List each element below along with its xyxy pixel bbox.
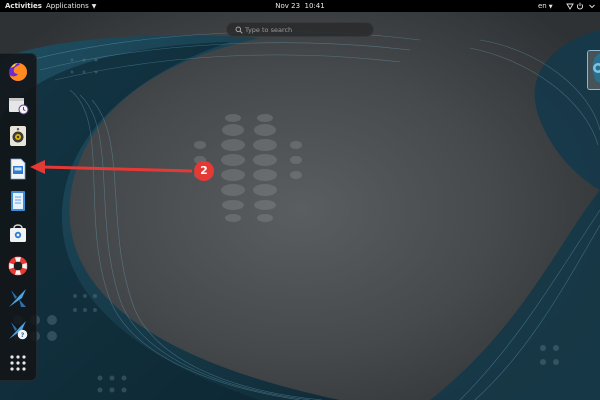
dash-item-app-x[interactable] <box>6 286 30 310</box>
activities-button[interactable]: Activities <box>5 0 42 12</box>
desktop-background <box>0 0 600 400</box>
dash-item-rhythmbox[interactable] <box>6 124 30 148</box>
document-icon <box>11 191 25 211</box>
wallpaper-swirl <box>0 30 600 400</box>
dash-item-libreoffice-impress[interactable] <box>6 157 30 181</box>
x-logo-icon <box>9 289 26 307</box>
dash-item-help[interactable] <box>6 254 30 278</box>
power-icon[interactable] <box>576 2 584 10</box>
package-clock-icon <box>9 98 29 115</box>
dash-item-document-viewer[interactable] <box>6 189 30 213</box>
dash: ? <box>0 53 37 381</box>
caret-down-icon: ▼ <box>548 4 553 10</box>
svg-text:?: ? <box>21 331 25 339</box>
applications-menu[interactable]: Applications ▼ <box>46 0 96 12</box>
speaker-icon <box>10 126 26 146</box>
network-icon[interactable] <box>566 2 574 10</box>
search-icon <box>235 26 243 34</box>
dash-item-app-x-help[interactable]: ? <box>6 318 30 342</box>
shopping-bag-icon <box>10 224 26 242</box>
grid-icon <box>10 355 26 371</box>
workspace-preview-icon <box>588 51 600 89</box>
dash-item-firefox[interactable] <box>6 60 30 84</box>
dash-item-software-install[interactable] <box>6 92 30 116</box>
step-number-badge: 2 <box>194 161 214 181</box>
presentation-icon <box>10 158 26 180</box>
x-logo-help-icon: ? <box>9 321 28 340</box>
lifebuoy-icon <box>8 256 28 276</box>
language-menu[interactable]: en ▼ <box>538 0 553 12</box>
caret-down-icon: ▼ <box>91 3 97 10</box>
clock[interactable]: Nov 23 10:41 <box>275 2 324 10</box>
search-box[interactable] <box>226 22 374 37</box>
show-applications-button[interactable] <box>6 351 30 375</box>
dash-item-software[interactable] <box>6 221 30 245</box>
workspace-thumbnail[interactable] <box>587 50 600 90</box>
firefox-icon <box>9 63 27 81</box>
applications-label: Applications <box>46 2 89 10</box>
system-menu-chevron-icon[interactable] <box>588 2 596 10</box>
search-input[interactable] <box>245 23 365 36</box>
top-bar: Activities Applications ▼ Nov 23 10:41 en… <box>0 0 600 12</box>
language-label: en <box>538 2 547 10</box>
